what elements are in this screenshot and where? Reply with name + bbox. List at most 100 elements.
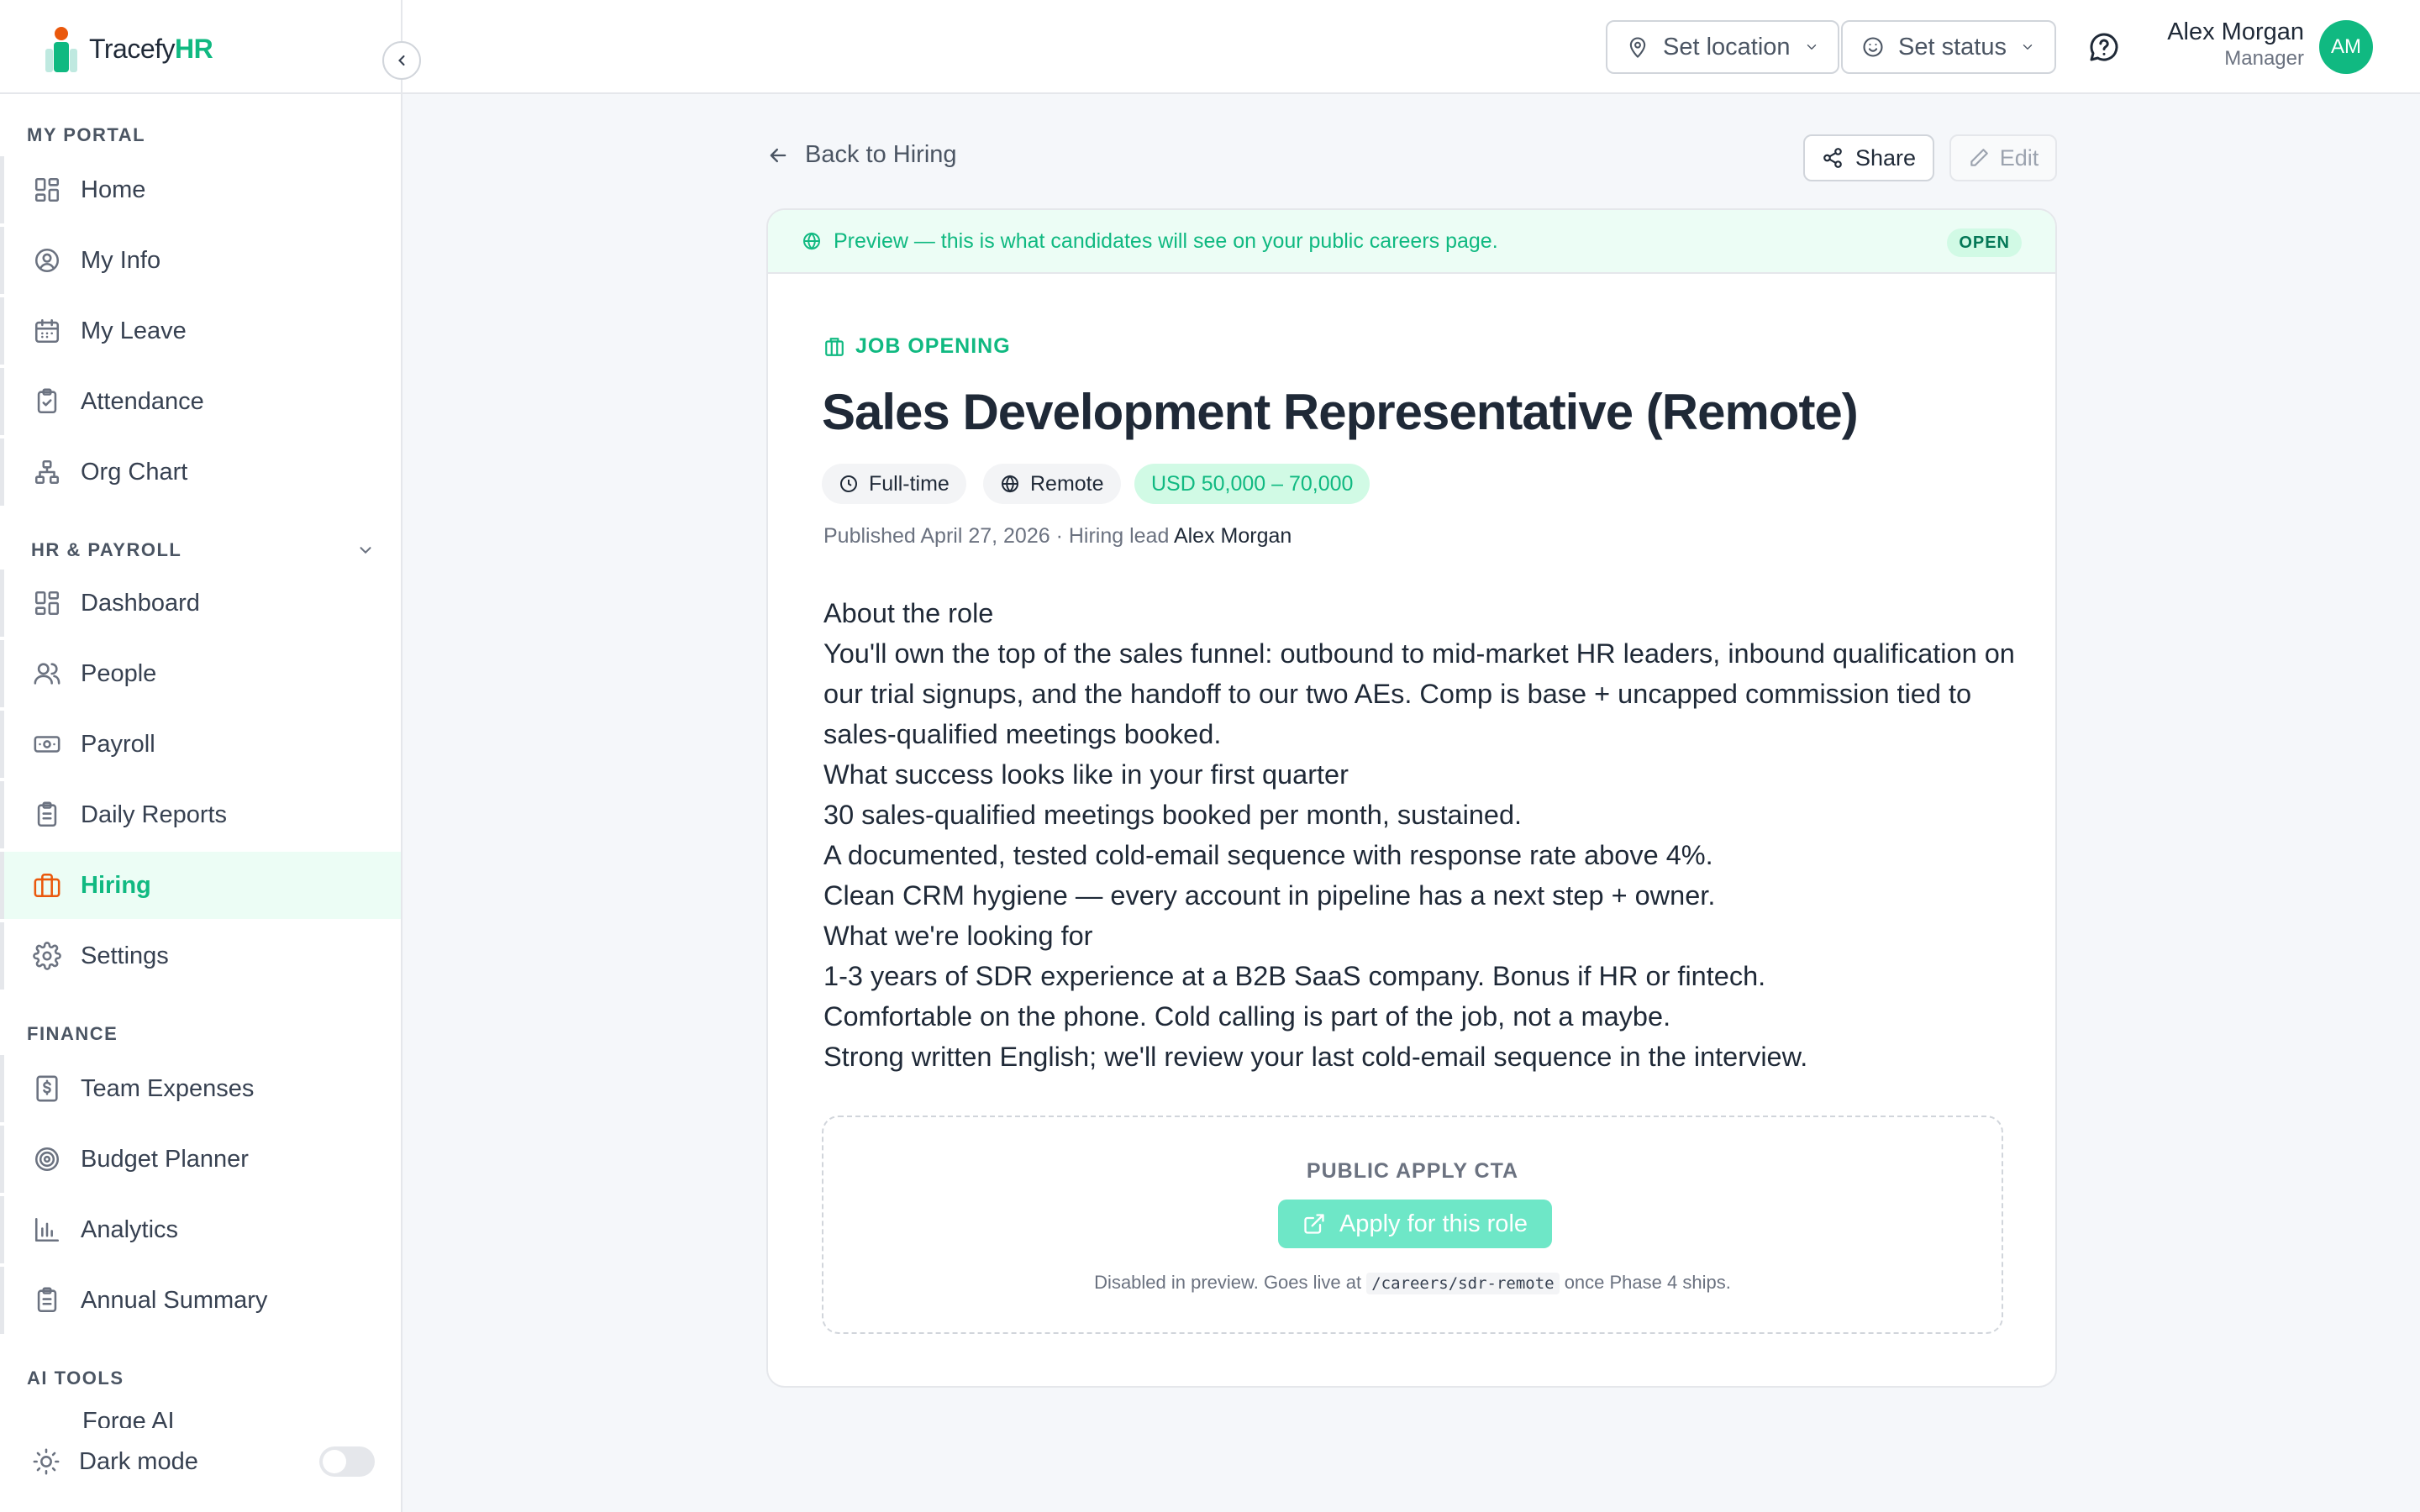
org-chart-icon <box>32 457 62 487</box>
job-opening-text: JOB OPENING <box>855 334 1011 358</box>
pencil-icon <box>1970 149 1988 166</box>
sidebar-item-label: Daily Reports <box>81 801 228 828</box>
set-location-label: Set location <box>1663 33 1791 60</box>
job-preview-card: Preview — this is what candidates will s… <box>766 208 2057 1388</box>
sidebar-item-annual-summary[interactable]: Annual Summary <box>0 1267 401 1334</box>
sidebar-item-budget-planner[interactable]: Budget Planner <box>0 1126 401 1193</box>
globe-icon <box>803 232 820 250</box>
sidebar-item-attendance[interactable]: Attendance <box>0 368 401 435</box>
sidebar-item-label: Hiring <box>81 871 151 899</box>
cta-note-before: Disabled in preview. Goes live at <box>1094 1272 1367 1293</box>
logo-area: TracefyHR <box>0 0 402 94</box>
publish-meta-text: Published April 27, 2026 · Hiring lead <box>823 524 1174 548</box>
job-title: Sales Development Representative (Remote… <box>822 384 1859 440</box>
grid-icon <box>32 588 62 618</box>
share-label: Share <box>1854 144 1917 171</box>
map-pin-icon <box>1629 37 1646 58</box>
logo-mark-icon <box>45 27 77 72</box>
apply-button-label: Apply for this role <box>1339 1210 1528 1237</box>
share-button[interactable]: Share <box>1803 134 1934 181</box>
sidebar-item-team-expenses[interactable]: Team Expenses <box>0 1055 401 1122</box>
collapse-sidebar-button[interactable] <box>382 41 421 80</box>
section-label-ai-tools: AI TOOLS <box>27 1368 124 1389</box>
external-link-icon <box>1304 1214 1324 1234</box>
job-opening-label: JOB OPENING <box>823 334 1011 359</box>
description-heading: About the role <box>823 598 994 628</box>
description-line: Strong written English; we'll review you… <box>823 1042 1808 1072</box>
dark-mode-toggle[interactable] <box>319 1446 375 1477</box>
set-location-button[interactable]: Set location <box>1606 20 1839 74</box>
app-logo[interactable]: TracefyHR <box>42 24 213 74</box>
chevron-down-icon[interactable] <box>356 541 375 559</box>
employment-type-chip: Full-time <box>822 464 966 504</box>
location-text: Remote <box>1030 471 1104 496</box>
sidebar-item-label: Dashboard <box>81 589 200 617</box>
sidebar-item-dashboard[interactable]: Dashboard <box>0 570 401 637</box>
gear-icon <box>32 941 62 971</box>
sidebar-item-label: Annual Summary <box>81 1286 268 1314</box>
publish-meta: Published April 27, 2026 · Hiring lead A… <box>823 524 1292 549</box>
set-status-label: Set status <box>1898 33 2007 60</box>
preview-text: Preview — this is what candidates will s… <box>834 228 1498 253</box>
cta-label: PUBLIC APPLY CTA <box>1306 1159 1519 1183</box>
description-heading: What success looks like in your first qu… <box>823 759 1349 790</box>
sidebar-item-settings[interactable]: Settings <box>0 922 401 990</box>
clipboard-list-icon <box>32 1285 62 1315</box>
users-icon <box>32 659 62 689</box>
topbar: Set location Set status Alex Morgan Mana… <box>402 0 2420 94</box>
help-icon[interactable] <box>2087 30 2121 64</box>
cta-note-after: once Phase 4 ships. <box>1559 1272 1731 1293</box>
employment-type-text: Full-time <box>869 471 950 496</box>
briefcase-icon <box>32 870 62 900</box>
section-label-my-portal: MY PORTAL <box>27 124 146 145</box>
sidebar-item-people[interactable]: People <box>0 640 401 707</box>
clipboard-list-icon <box>32 800 62 830</box>
grid-icon <box>32 175 62 205</box>
description-line: A documented, tested cold-email sequence… <box>823 840 1713 870</box>
sidebar-item-daily-reports[interactable]: Daily Reports <box>0 781 401 848</box>
salary-chip: USD 50,000 – 70,000 <box>1134 464 1370 504</box>
sidebar-item-label: Payroll <box>81 730 155 758</box>
cta-note: Disabled in preview. Goes live at /caree… <box>823 1272 2002 1294</box>
sidebar-item-my-leave[interactable]: My Leave <box>0 297 401 365</box>
set-status-button[interactable]: Set status <box>1841 20 2056 74</box>
clock-icon <box>840 475 857 492</box>
sidebar-item-my-info[interactable]: My Info <box>0 227 401 294</box>
sidebar-item-analytics[interactable]: Analytics <box>0 1196 401 1263</box>
calendar-icon <box>32 316 62 346</box>
chevron-down-icon <box>1807 45 1816 50</box>
bar-chart-icon <box>32 1215 62 1245</box>
target-icon <box>32 1144 62 1174</box>
avatar[interactable]: AM <box>2319 20 2373 74</box>
receipt-dollar-icon <box>32 1074 62 1104</box>
sidebar-item-label: Home <box>81 176 146 203</box>
share-icon <box>1823 148 1842 168</box>
globe-icon <box>1002 475 1018 493</box>
apply-button[interactable]: Apply for this role <box>1278 1200 1552 1248</box>
dark-mode-label: Dark mode <box>79 1447 198 1475</box>
dark-mode-row: Dark mode <box>0 1428 401 1495</box>
user-name: Alex Morgan <box>2167 18 2304 45</box>
location-chip: Remote <box>983 464 1121 504</box>
sidebar-item-label: Settings <box>81 942 169 969</box>
sidebar-item-label: My Leave <box>81 317 187 344</box>
salary-text: USD 50,000 – 70,000 <box>1151 471 1354 496</box>
back-to-hiring-link[interactable]: Back to Hiring <box>766 141 957 169</box>
section-label-hr-payroll: HR & PAYROLL <box>31 539 182 560</box>
careers-path: /careers/sdr-remote <box>1366 1273 1560 1294</box>
smile-icon <box>1863 37 1883 57</box>
description-heading: What we're looking for <box>823 921 1093 951</box>
edit-button[interactable]: Edit <box>1949 134 2057 181</box>
sidebar-item-payroll[interactable]: Payroll <box>0 711 401 778</box>
public-apply-cta: PUBLIC APPLY CTA Apply for this role Dis… <box>822 1116 2003 1334</box>
sidebar-item-home[interactable]: Home <box>0 156 401 223</box>
description-paragraph: You'll own the top of the sales funnel: … <box>823 638 2015 749</box>
preview-banner: Preview — this is what candidates will s… <box>768 210 2055 274</box>
sidebar-item-org-chart[interactable]: Org Chart <box>0 438 401 506</box>
chevron-down-icon <box>2023 45 2033 50</box>
sidebar-item-label: Analytics <box>81 1215 179 1243</box>
clipboard-check-icon <box>32 386 62 417</box>
user-circle-icon <box>32 245 62 276</box>
sidebar-item-hiring[interactable]: Hiring <box>0 852 401 919</box>
description-line: Comfortable on the phone. Cold calling i… <box>823 1001 1671 1032</box>
